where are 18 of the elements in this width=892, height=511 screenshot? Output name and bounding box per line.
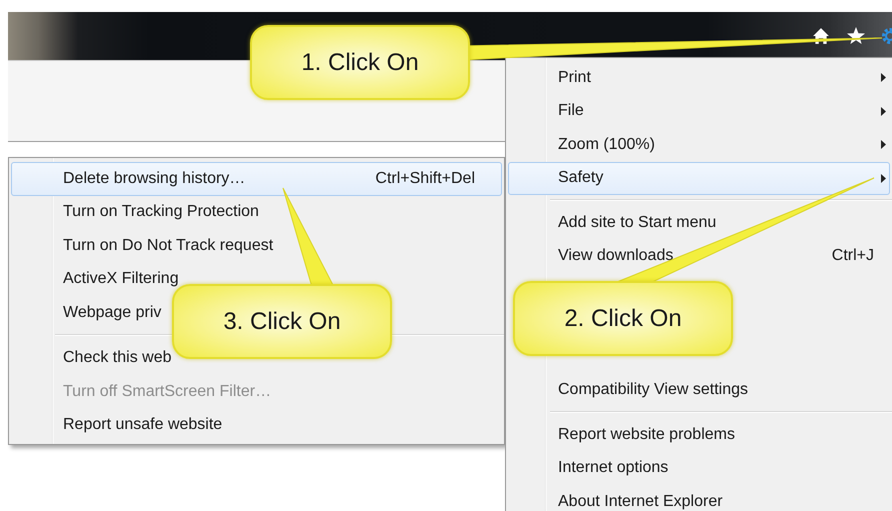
menu-item[interactable]: Report website problems [508, 418, 739, 452]
menu-item[interactable]: View downloads Ctrl+J [508, 240, 890, 273]
menu-item[interactable]: Print [508, 61, 890, 94]
menu-item[interactable]: Add site to Start menu [508, 206, 720, 240]
callout-text: 1. Click On [301, 48, 419, 76]
callout-text: 2. Click On [564, 304, 682, 332]
menu-item[interactable]: Delete browsing history… Ctrl+Shift+Del [11, 162, 502, 196]
menu-item[interactable]: Report unsafe website [11, 408, 250, 442]
menu-item[interactable]: Turn on Tracking Protection [11, 196, 286, 229]
menu-item[interactable]: Internet options [508, 452, 672, 485]
menu-item[interactable]: Safety [508, 162, 890, 195]
menu-item[interactable]: File [508, 94, 890, 128]
menu-item[interactable]: About Internet Explorer [508, 485, 727, 511]
menu-item[interactable]: ActiveX Filtering [11, 262, 206, 296]
menu-item[interactable]: Turn on Do Not Track request [11, 229, 300, 262]
menu-item[interactable]: Zoom (100%) [508, 128, 890, 162]
menu-item[interactable]: Compatibility View settings [508, 374, 752, 407]
callout-text: 3. Click On [223, 308, 341, 336]
